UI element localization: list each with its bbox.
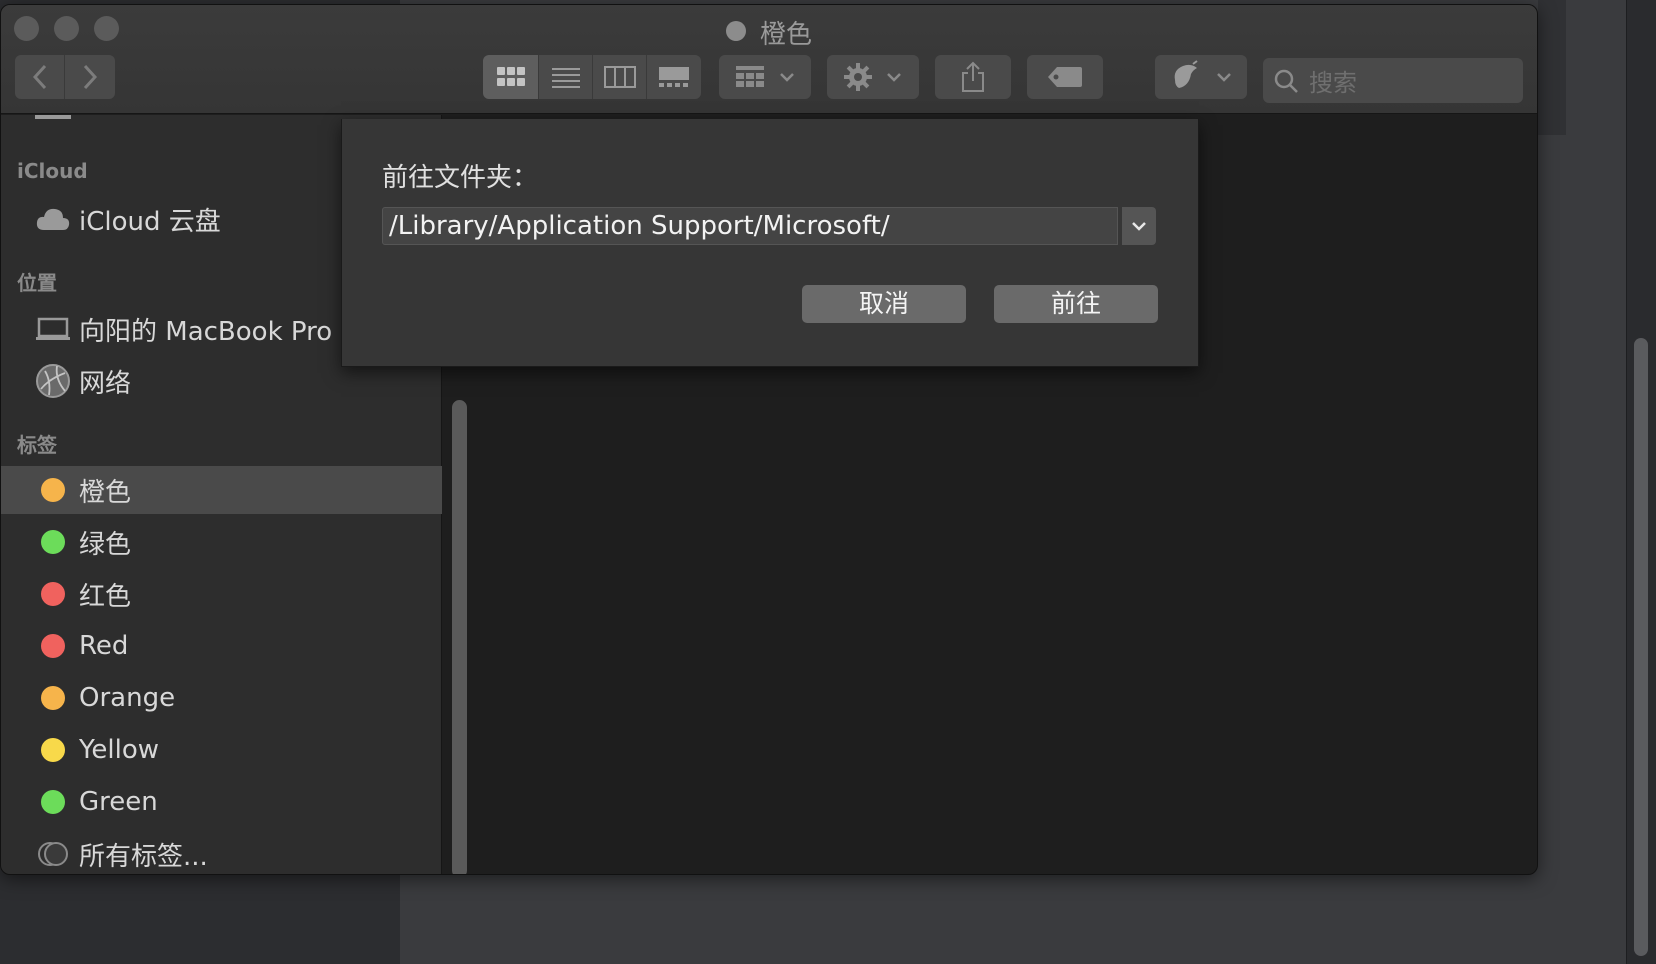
search-field[interactable]: 搜索: [1263, 58, 1523, 103]
dialog-label: 前往文件夹：: [382, 163, 539, 193]
cloud-icon: [35, 201, 71, 237]
tag-color-dot-icon: [725, 21, 746, 41]
sidebar-tag-orange[interactable]: Orange: [1, 674, 442, 722]
group-grid-icon: [736, 66, 764, 87]
partial-sidebar-item: [35, 105, 165, 119]
extension-button[interactable]: [1155, 55, 1247, 99]
grid-icon: [496, 67, 525, 86]
tag-dot-icon: [35, 576, 71, 612]
gallery-icon: [659, 67, 689, 87]
chevron-right-icon: [83, 64, 98, 90]
acorn-extension-icon: [1174, 60, 1198, 88]
sidebar-item-label: Orange: [79, 683, 176, 713]
share-icon: [962, 61, 984, 92]
tag-dot-icon: [35, 732, 71, 768]
sidebar-item-label: Red: [79, 631, 129, 661]
chevron-down-icon: [887, 73, 901, 82]
list-view-button[interactable]: [539, 55, 593, 99]
background-window-edge: [1538, 0, 1566, 135]
column-view-button[interactable]: [593, 55, 647, 99]
list-icon: [551, 68, 580, 88]
cancel-button[interactable]: 取消: [802, 285, 966, 323]
chevron-down-icon: [1132, 222, 1146, 231]
sidebar-section-icloud: iCloud: [17, 159, 88, 183]
tag-dot-icon: [35, 472, 71, 508]
background-scrollbar-thumb[interactable]: [1634, 338, 1648, 956]
sidebar-item-label: Yellow: [79, 735, 160, 765]
path-history-dropdown[interactable]: [1122, 207, 1156, 245]
sidebar-tag-yellow[interactable]: Yellow: [1, 726, 442, 774]
sidebar-item-label: 所有标签...: [79, 841, 208, 872]
view-mode-selector: [483, 55, 701, 99]
gallery-view-button[interactable]: [647, 55, 701, 99]
tag-icon: [1048, 67, 1082, 87]
sidebar-item-label: iCloud 云盘: [79, 206, 221, 237]
go-button[interactable]: 前往: [994, 285, 1158, 323]
sidebar-tag-red[interactable]: Red: [1, 622, 442, 670]
laptop-icon: [35, 311, 71, 347]
sidebar-section-tags: 标签: [17, 433, 57, 457]
group-by-button[interactable]: [719, 55, 811, 99]
sidebar-tag-green-cn[interactable]: 绿色: [1, 518, 442, 566]
tag-dot-icon: [35, 524, 71, 560]
action-menu-button[interactable]: [827, 55, 919, 99]
chevron-down-icon: [1217, 73, 1231, 82]
edit-tags-button[interactable]: [1027, 55, 1103, 99]
back-button[interactable]: [15, 55, 65, 99]
search-icon: [1274, 69, 1298, 93]
chevron-down-icon: [780, 73, 794, 82]
sidebar-tag-orange-cn[interactable]: 橙色: [1, 466, 442, 514]
window-title: 橙色: [1, 14, 1537, 51]
sidebar-item-label: 网络: [79, 368, 132, 399]
search-placeholder: 搜索: [1309, 69, 1357, 97]
sidebar-all-tags[interactable]: 所有标签...: [1, 830, 442, 874]
sidebar-tag-green[interactable]: Green: [1, 778, 442, 826]
sidebar-item-label: 红色: [79, 581, 132, 612]
icon-view-button[interactable]: [483, 55, 539, 99]
sidebar-scrollbar-thumb[interactable]: [452, 400, 467, 874]
folder-path-input[interactable]: /Library/Application Support/Microsoft/: [382, 207, 1118, 245]
finder-window: 橙色 搜索 iCloud iCloud 云盘 位置 向阳的 MacBook Pr…: [0, 4, 1538, 875]
sidebar-item-label: 绿色: [79, 529, 132, 560]
tag-dot-icon: [35, 784, 71, 820]
sidebar-item-label: Green: [79, 787, 158, 817]
share-button[interactable]: [935, 55, 1011, 99]
sidebar-item-label: 向阳的 MacBook Pro: [79, 316, 333, 347]
forward-button[interactable]: [65, 55, 115, 99]
sidebar-tag-red-cn[interactable]: 红色: [1, 570, 442, 618]
sidebar-item-label: 橙色: [79, 477, 132, 508]
navigation-buttons: [15, 55, 115, 99]
window-title-text: 橙色: [759, 20, 812, 50]
columns-icon: [603, 66, 636, 88]
chevron-left-icon: [32, 64, 46, 90]
gear-icon: [844, 63, 872, 91]
tag-dot-icon: [35, 628, 71, 664]
all-tags-icon: [35, 836, 71, 872]
network-globe-icon: [35, 363, 71, 399]
tag-dot-icon: [35, 680, 71, 716]
toolbar: 橙色 搜索: [1, 5, 1537, 114]
go-to-folder-dialog: 前往文件夹： /Library/Application Support/Micr…: [341, 119, 1199, 367]
sidebar-section-locations: 位置: [17, 271, 57, 295]
